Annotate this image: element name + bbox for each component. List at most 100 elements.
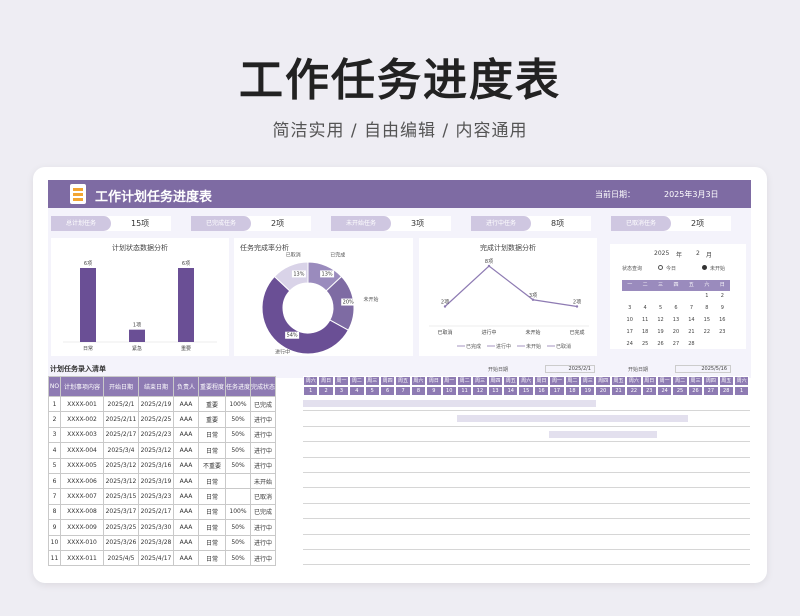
calendar-day[interactable]: 16 <box>715 317 730 324</box>
table-cell[interactable]: XXXX-002 <box>60 411 104 428</box>
calendar-day[interactable]: 13 <box>668 317 683 324</box>
table-cell[interactable]: 日常 <box>198 442 226 459</box>
table-cell[interactable]: AAA <box>173 442 199 459</box>
table-row[interactable]: 10 XXXX-010 2025/3/26 2025/3/28 AAA 日常 50% 进行中 <box>48 534 277 551</box>
calendar-day[interactable]: 3 <box>622 305 637 312</box>
table-cell[interactable]: 4 <box>48 442 61 459</box>
calendar-day[interactable] <box>684 293 699 300</box>
table-cell[interactable]: XXXX-005 <box>60 457 104 474</box>
calendar-month[interactable]: 2 <box>696 250 700 257</box>
calendar-day[interactable] <box>699 341 714 348</box>
calendar-day[interactable]: 17 <box>622 329 637 336</box>
calendar-day[interactable]: 2 <box>715 293 730 300</box>
calendar-day[interactable]: 7 <box>684 305 699 312</box>
table-cell[interactable]: AAA <box>173 503 199 521</box>
table-row[interactable]: 9 XXXX-009 2025/3/25 2025/3/30 AAA 日常 50% 进行中 <box>48 519 277 536</box>
table-cell[interactable]: 2025/2/23 <box>138 426 174 444</box>
table-cell[interactable]: 9 <box>48 519 61 536</box>
table-cell[interactable]: 未开始 <box>250 472 277 490</box>
table-cell[interactable]: AAA <box>173 411 199 428</box>
calendar-day[interactable]: 9 <box>715 305 730 312</box>
table-row[interactable]: 3 XXXX-003 2025/2/17 2025/2/23 AAA 日常 50% 进行中 <box>48 426 277 444</box>
table-cell[interactable]: 2025/3/16 <box>138 457 174 474</box>
table-cell[interactable]: XXXX-004 <box>60 442 104 459</box>
table-cell[interactable]: XXXX-010 <box>60 534 104 551</box>
calendar-day[interactable]: 28 <box>684 341 699 348</box>
table-cell[interactable]: 日常 <box>198 549 226 567</box>
table-cell[interactable]: 50% <box>224 519 252 536</box>
calendar-day[interactable]: 22 <box>699 329 714 336</box>
table-cell[interactable]: 日常 <box>198 488 226 505</box>
table-cell[interactable]: 5 <box>48 457 61 474</box>
table-cell[interactable]: 已完成 <box>250 503 277 521</box>
table-cell[interactable]: 日常 <box>198 426 226 444</box>
calendar-year[interactable]: 2025 <box>654 250 669 257</box>
calendar-day[interactable] <box>637 293 652 300</box>
table-cell[interactable]: 2025/2/19 <box>138 395 174 413</box>
table-cell[interactable]: 3 <box>48 426 61 444</box>
table-cell[interactable]: 50% <box>224 549 252 567</box>
calendar-day[interactable]: 26 <box>653 341 668 348</box>
table-cell[interactable]: AAA <box>173 457 199 474</box>
table-cell[interactable]: 50% <box>224 411 252 428</box>
table-cell[interactable]: 2025/3/28 <box>138 534 174 551</box>
start-date-input[interactable]: 2025/2/1 <box>545 365 595 373</box>
table-cell[interactable]: 2025/3/25 <box>103 519 139 536</box>
calendar-day[interactable]: 4 <box>637 305 652 312</box>
table-cell[interactable]: XXXX-009 <box>60 519 104 536</box>
table-cell[interactable]: 50% <box>224 457 252 474</box>
calendar-day[interactable]: 21 <box>684 329 699 336</box>
calendar-day[interactable]: 12 <box>653 317 668 324</box>
table-cell[interactable]: 不重要 <box>198 457 226 474</box>
calendar-day[interactable] <box>653 293 668 300</box>
calendar-day[interactable]: 20 <box>668 329 683 336</box>
table-cell[interactable]: 2025/2/11 <box>103 411 139 428</box>
table-cell[interactable]: 2025/3/23 <box>138 488 174 505</box>
table-cell[interactable]: AAA <box>173 534 199 551</box>
calendar-day[interactable]: 27 <box>668 341 683 348</box>
table-cell[interactable]: 50% <box>224 442 252 459</box>
calendar-day[interactable] <box>715 341 730 348</box>
table-cell[interactable]: 6 <box>48 472 61 490</box>
table-cell[interactable]: 2025/3/19 <box>138 472 174 490</box>
table-cell[interactable]: 进行中 <box>250 442 277 459</box>
table-row[interactable]: 7 XXXX-007 2025/3/15 2025/3/23 AAA 日常 已取消 <box>48 488 277 505</box>
table-cell[interactable]: 50% <box>224 426 252 444</box>
calendar-day[interactable]: 19 <box>653 329 668 336</box>
table-cell[interactable]: 日常 <box>198 503 226 521</box>
calendar-day[interactable]: 24 <box>622 341 637 348</box>
calendar-day[interactable]: 14 <box>684 317 699 324</box>
table-cell[interactable]: 重要 <box>198 411 226 428</box>
table-row[interactable]: 11 XXXX-011 2025/4/5 2025/4/17 AAA 日常 50% 进行中 <box>48 549 277 567</box>
table-cell[interactable]: 2025/3/30 <box>138 519 174 536</box>
calendar-day[interactable]: 10 <box>622 317 637 324</box>
table-cell[interactable]: 100% <box>224 395 252 413</box>
table-cell[interactable]: AAA <box>173 488 199 505</box>
table-cell[interactable]: AAA <box>173 426 199 444</box>
table-cell[interactable]: XXXX-007 <box>60 488 104 505</box>
calendar-day[interactable]: 18 <box>637 329 652 336</box>
table-cell[interactable]: 进行中 <box>250 457 277 474</box>
table-cell[interactable] <box>224 472 252 490</box>
table-row[interactable]: 4 XXXX-004 2025/3/4 2025/3/12 AAA 日常 50% 进行中 <box>48 442 277 459</box>
calendar-day[interactable]: 15 <box>699 317 714 324</box>
table-cell[interactable]: 2025/3/12 <box>103 472 139 490</box>
table-cell[interactable]: 日常 <box>198 519 226 536</box>
table-cell[interactable]: XXXX-001 <box>60 395 104 413</box>
calendar-day[interactable]: 5 <box>653 305 668 312</box>
table-cell[interactable]: AAA <box>173 519 199 536</box>
table-cell[interactable]: 2025/4/17 <box>138 549 174 567</box>
table-cell[interactable]: 2025/2/17 <box>103 426 139 444</box>
table-cell[interactable]: 100% <box>224 503 252 521</box>
table-cell[interactable]: 2025/3/12 <box>103 457 139 474</box>
start-date-input-2[interactable]: 2025/5/16 <box>675 365 731 373</box>
table-row[interactable]: 6 XXXX-006 2025/3/12 2025/3/19 AAA 日常 未开始 <box>48 472 277 490</box>
calendar-day[interactable]: 11 <box>637 317 652 324</box>
table-cell[interactable]: 已取消 <box>250 488 277 505</box>
table-cell[interactable]: 日常 <box>198 472 226 490</box>
table-cell[interactable]: 进行中 <box>250 534 277 551</box>
table-cell[interactable]: 7 <box>48 488 61 505</box>
calendar-day[interactable]: 6 <box>668 305 683 312</box>
table-cell[interactable]: 1 <box>48 395 61 413</box>
table-cell[interactable]: 重要 <box>198 395 226 413</box>
